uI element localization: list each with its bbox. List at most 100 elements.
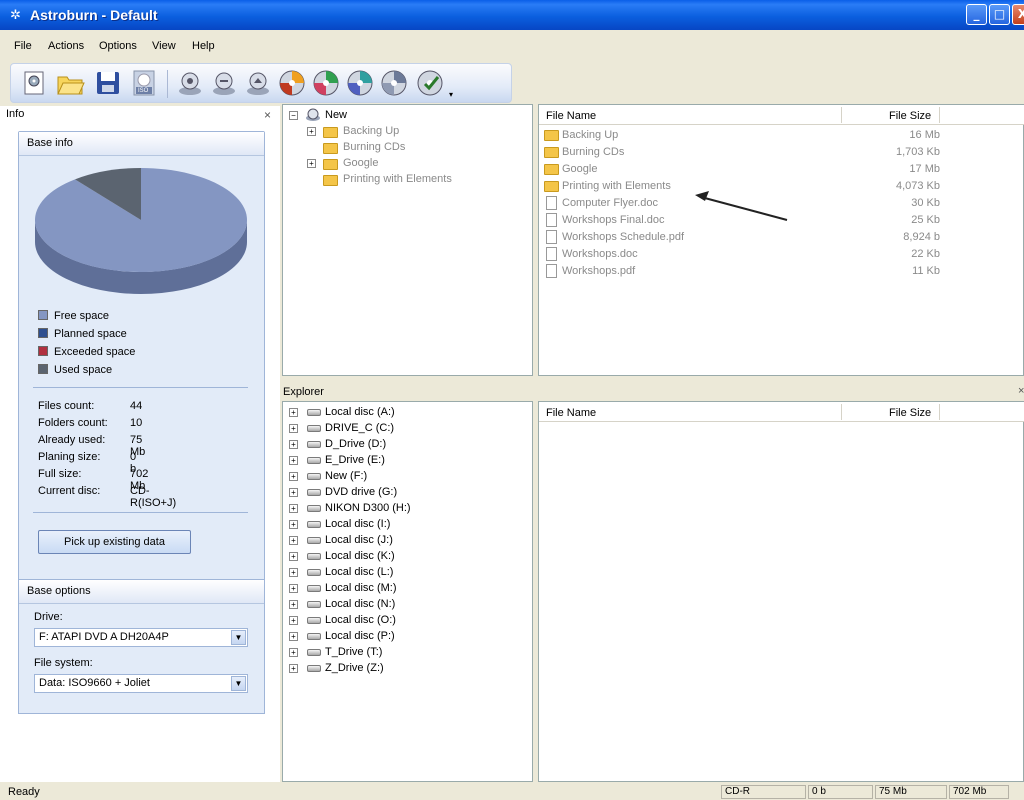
drive-icon [307,521,321,528]
copy-disc-icon [313,70,339,96]
drive-icon [307,425,321,432]
column-file-name[interactable]: File Name [546,407,596,419]
new-project-icon [24,71,44,95]
file-size: 17 Mb [909,163,940,175]
chevron-down-icon[interactable]: ▼ [231,630,246,645]
open-project-button[interactable] [55,68,85,98]
pick-up-existing-data-button[interactable]: Pick up existing data [38,530,191,554]
drive-label: Local disc (M:) [325,582,397,594]
drive-label: Local disc (N:) [325,598,396,610]
expand-icon[interactable]: + [289,456,298,465]
disc-eject-button[interactable] [243,68,273,98]
drive-label: Local disc (I:) [325,518,391,530]
expand-icon[interactable]: + [307,127,316,136]
info-panel-title: Info × [6,107,271,124]
folder-icon [323,143,338,154]
disc-eject-icon [247,72,269,95]
folder-icon [544,147,559,158]
expand-icon[interactable]: + [289,584,298,593]
save-button[interactable] [93,68,123,98]
list-item[interactable]: Google 17 Mb [544,161,1014,178]
expand-icon[interactable]: + [289,616,298,625]
expand-icon[interactable]: + [289,408,298,417]
drive-label: Local disc (K:) [325,550,395,562]
stat-files-count: Files count: 44 [38,400,143,412]
list-item[interactable]: Backing Up 16 Mb [544,127,1014,144]
project-file-list: File Name File Size Backing Up 16 Mb Burni… [538,104,1024,376]
menu-options[interactable]: Options [99,40,137,52]
drive-label: Z_Drive (Z:) [325,662,384,674]
burn-button[interactable] [277,68,307,98]
window-title: Astroburn - Default [30,7,158,23]
explorer-close-icon[interactable]: × [1018,385,1024,397]
folder-icon [323,159,338,170]
expand-icon[interactable]: + [289,568,298,577]
new-project-button[interactable] [19,68,49,98]
close-button[interactable]: X [1012,4,1024,25]
drive-icon [307,585,321,592]
list-item[interactable]: Workshops.doc 22 Kb [544,246,1014,263]
expand-icon[interactable]: + [289,632,298,641]
audio-disc-button[interactable] [345,68,375,98]
copy-disc-button[interactable] [311,68,341,98]
column-file-size[interactable]: File Size [889,110,931,122]
info-panel-close-icon[interactable]: × [264,107,271,124]
expand-icon[interactable]: + [289,520,298,529]
menu-help[interactable]: Help [192,40,215,52]
menu-actions[interactable]: Actions [48,40,84,52]
file-size: 8,924 b [903,231,940,243]
drive-select[interactable]: F: ATAPI DVD A DH20A4P ▼ [34,628,248,647]
file-size: 11 Kb [912,265,940,277]
verify-disc-icon [417,70,443,96]
folder-icon [323,127,338,138]
expand-icon[interactable]: + [289,504,298,513]
disc-info-button[interactable] [175,68,205,98]
folder-open-icon [57,76,85,95]
expand-icon[interactable]: + [289,600,298,609]
list-item[interactable]: Workshops.pdf 11 Kb [544,263,1014,280]
toolbar: ISO ▾ [10,63,512,103]
drive-icon [307,633,321,640]
title-bar[interactable]: ✲ Astroburn - Default _ □ X [0,0,1024,30]
file-size: 4,073 Kb [895,180,940,192]
drive-label: Local disc (A:) [325,406,395,418]
expand-icon[interactable]: + [289,664,298,673]
expand-icon[interactable]: + [289,424,298,433]
document-icon [546,196,557,210]
minimize-button[interactable]: _ [966,4,987,25]
explorer-tree: + Local disc (A:) + DRIVE_C (C:) + D_Drive (D… [282,401,533,782]
expand-icon[interactable]: + [289,440,298,449]
toolbar-overflow-icon[interactable]: ▾ [449,90,453,99]
chevron-down-icon[interactable]: ▼ [231,676,246,691]
file-name: Workshops.doc [562,248,638,260]
disc-erase-button[interactable] [209,68,239,98]
maximize-button[interactable]: □ [989,4,1010,25]
expand-icon[interactable]: + [307,159,316,168]
collapse-icon[interactable]: − [289,111,298,120]
expand-icon[interactable]: + [289,648,298,657]
expand-icon[interactable]: + [289,488,298,497]
list-item[interactable]: Workshops Schedule.pdf 8,924 b [544,229,1014,246]
toolbar-separator [167,70,168,98]
document-icon [546,213,557,227]
status-used-size: 75 Mb [875,785,947,799]
file-system-select[interactable]: Data: ISO9660 + Joliet ▼ [34,674,248,693]
stat-current-disc: Current disc: CD-R(ISO+J) [38,485,177,509]
expand-icon[interactable]: + [289,472,298,481]
expand-icon[interactable]: + [289,536,298,545]
legend-swatch-free [38,310,48,320]
column-file-name[interactable]: File Name [546,110,596,122]
list-item[interactable]: Burning CDs 1,703 Kb [544,144,1014,161]
menu-bar: File Actions Options View Help [0,38,1024,56]
save-icon [97,72,119,94]
base-info-header: Base info [19,132,264,156]
expand-icon[interactable]: + [289,552,298,561]
menu-file[interactable]: File [14,40,32,52]
column-file-size[interactable]: File Size [889,407,931,419]
menu-view[interactable]: View [152,40,176,52]
save-iso-button[interactable]: ISO [129,68,159,98]
file-size: 1,703 Kb [895,146,940,158]
folder-icon [323,175,338,186]
verify-disc-button[interactable] [415,68,445,98]
video-disc-button[interactable] [379,68,409,98]
